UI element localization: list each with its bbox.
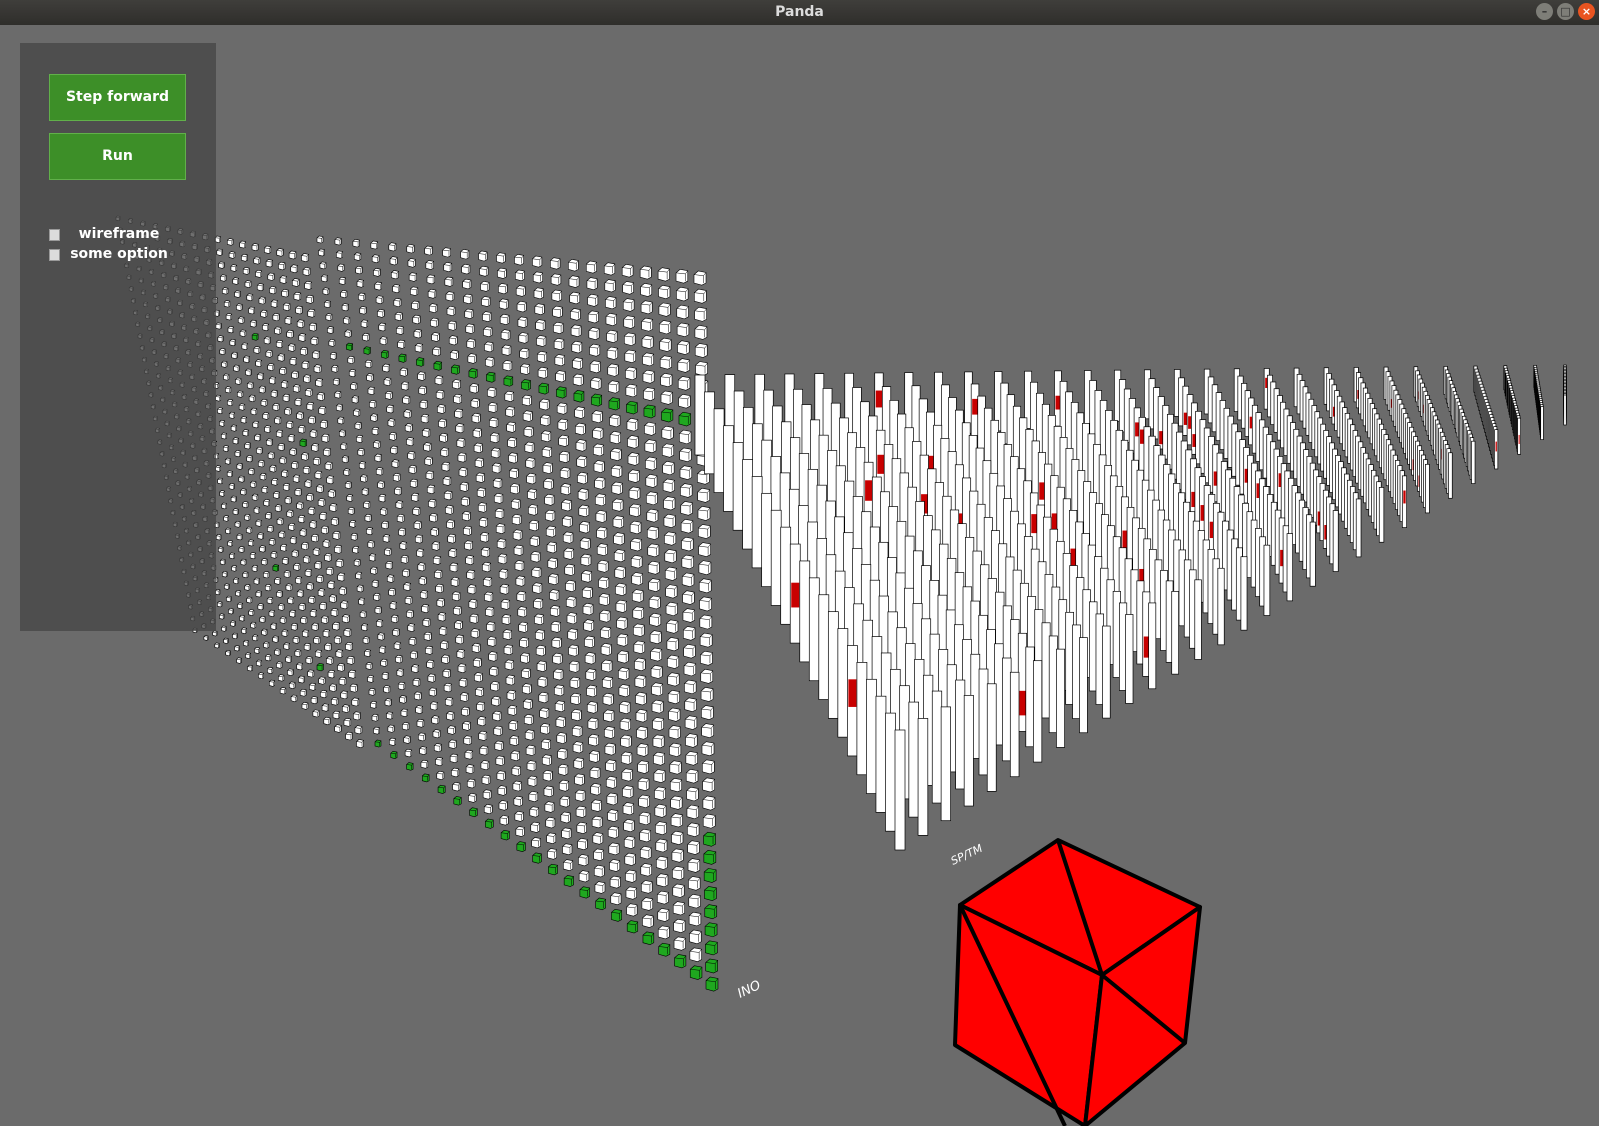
scene-canvas[interactable]: INO SP/TM: [0, 25, 1599, 1126]
title-bar: Panda – □ ×: [0, 0, 1599, 25]
some-option-label: some option: [70, 246, 168, 262]
window-title: Panda: [775, 4, 824, 20]
wireframe-label: wireframe: [78, 226, 160, 242]
step-forward-button[interactable]: Step forward: [49, 74, 186, 121]
red-cube: [953, 838, 1202, 1126]
3d-viewport[interactable]: INO SP/TM Step forward Run wireframe som…: [0, 25, 1599, 1126]
run-button[interactable]: Run: [49, 133, 186, 180]
close-button[interactable]: ×: [1578, 3, 1595, 20]
control-panel: Step forward Run wireframe some option: [20, 43, 216, 631]
maximize-button[interactable]: □: [1557, 3, 1574, 20]
input-layer-label: INO: [735, 978, 763, 1002]
minimize-button[interactable]: –: [1536, 3, 1553, 20]
region-label: SP/TM: [949, 842, 985, 868]
